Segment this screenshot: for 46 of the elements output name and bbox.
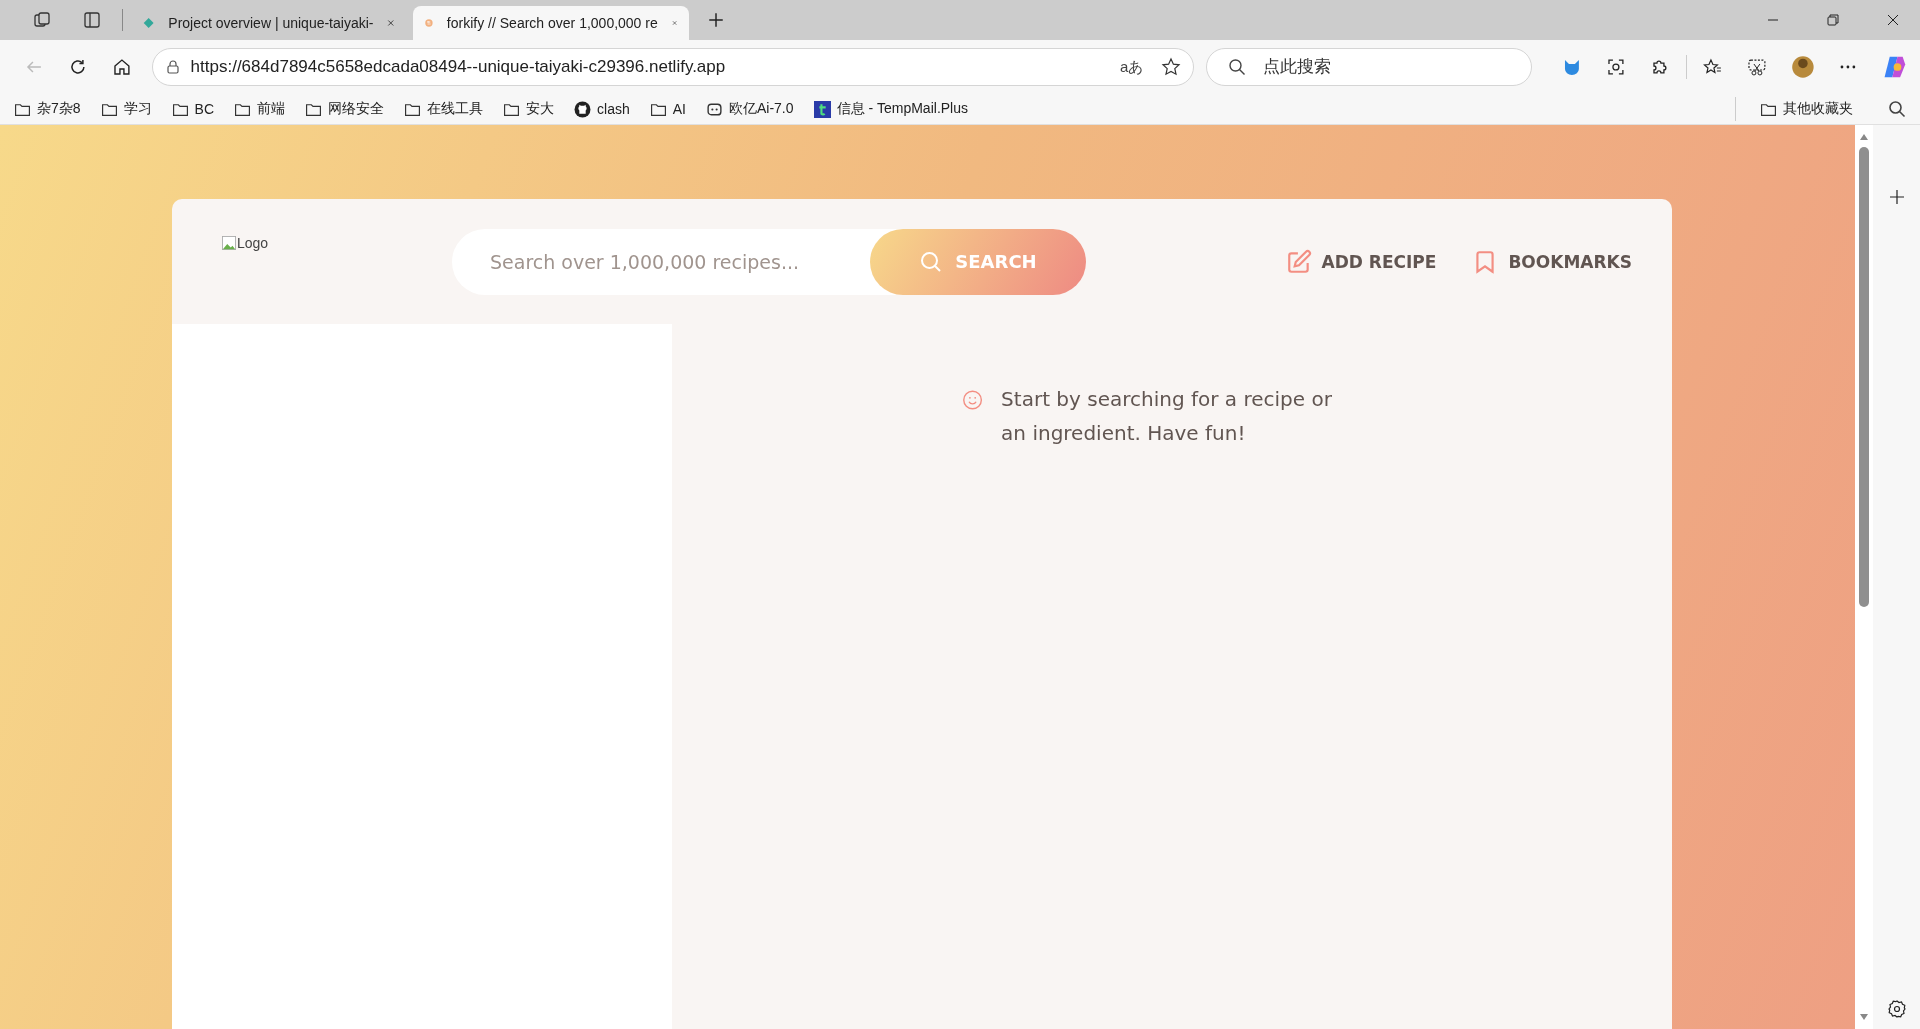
translate-icon[interactable]: aあ [1119, 57, 1144, 77]
scroll-up-icon[interactable] [1859, 133, 1869, 141]
scrollbar[interactable] [1855, 125, 1873, 1029]
bookmark-item[interactable]: 欧亿Ai-7.0 [705, 100, 794, 118]
nav-button[interactable]: BOOKMARKS [1472, 242, 1632, 281]
robot-icon [705, 100, 723, 118]
browser-tab[interactable]: forkify // Search over 1,000,000 re [413, 6, 689, 40]
screenshot-icon[interactable] [1606, 57, 1626, 77]
bookmark-item[interactable]: clash [574, 100, 630, 118]
broken-image: Logo [222, 235, 452, 251]
letter-tile-icon [813, 100, 831, 118]
scissors-icon[interactable] [1746, 57, 1767, 77]
workspaces-icon[interactable] [32, 10, 52, 30]
bookmark-item[interactable]: BC [171, 100, 215, 118]
bookmark-item[interactable]: 学习 [100, 100, 152, 118]
avatar-icon[interactable] [1790, 55, 1815, 79]
search-input[interactable]: 点此搜索 [1261, 56, 1496, 78]
bookmark-item[interactable]: 前端 [234, 100, 286, 118]
sidebar-tabs-icon[interactable] [82, 10, 102, 30]
bookmark-item[interactable]: 在线工具 [404, 100, 484, 118]
new-tab-icon[interactable] [707, 11, 725, 29]
bookmark-item[interactable]: 安大 [503, 100, 555, 118]
scroll-down-icon[interactable] [1859, 1013, 1869, 1021]
lock-icon [164, 59, 181, 75]
bookmark-item[interactable]: AI [649, 100, 686, 118]
nav-button[interactable]: ADD RECIPE [1285, 242, 1437, 281]
search-input[interactable]: Search over 1,000,000 recipes... [452, 228, 870, 295]
favorites-icon[interactable] [1702, 57, 1723, 77]
home-icon[interactable] [111, 57, 132, 77]
star-icon[interactable] [1161, 57, 1182, 77]
message-text: Start by searching for a recipe or an ingredient. Have fun! [1001, 386, 1333, 447]
bookmark-item[interactable]: 其他收藏夹 [1760, 100, 1853, 118]
address-field[interactable]: https://684d7894c5658edcada08494--unique-taiyaki-c29396.netlify.app aあ [151, 48, 1195, 86]
search-field[interactable]: 点此搜索 [1206, 48, 1533, 86]
add-icon[interactable] [1888, 189, 1905, 205]
bookmark-item[interactable]: 信息 - TempMail.Plus [813, 100, 968, 118]
settings-icon[interactable] [1886, 999, 1907, 1019]
close-icon[interactable] [1887, 14, 1899, 26]
copilot-icon[interactable] [1882, 54, 1908, 80]
search-icon[interactable] [1886, 99, 1907, 119]
edit-icon [1285, 248, 1312, 275]
restore-icon[interactable] [1827, 14, 1839, 26]
broken-image-icon [222, 235, 236, 251]
bookmark-item[interactable]: 杂7杂8 [14, 100, 81, 118]
browser-tab[interactable]: Project overview | unique-taiyaki- [131, 6, 407, 40]
bookmark-item[interactable]: 网络安全 [305, 100, 385, 118]
